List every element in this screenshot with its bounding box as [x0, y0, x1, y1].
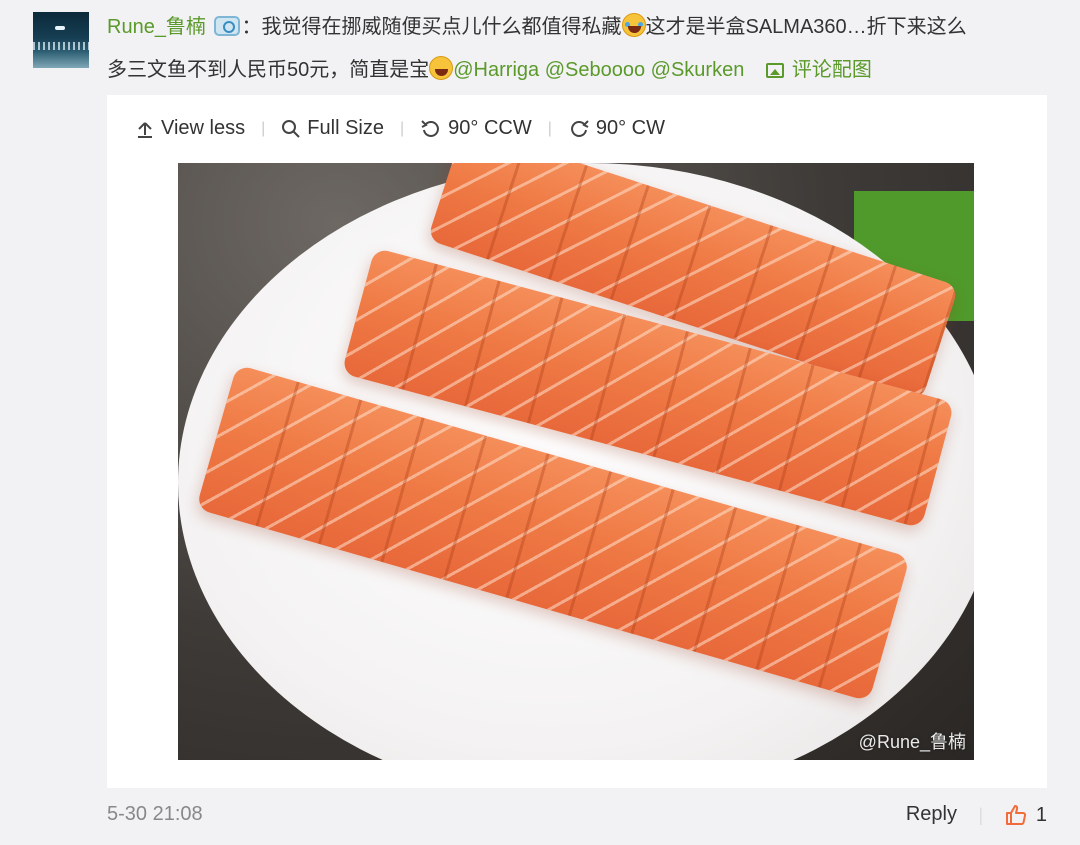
- media-toolbar: View less | Full Size | 90° CCW | 90° CW: [135, 117, 665, 140]
- comment-text-part2: 这才是半盒SALMA360…折下来这么: [645, 16, 967, 38]
- comment-photo[interactable]: @Rune_鲁楠: [178, 163, 974, 760]
- rotate-ccw-icon: [421, 119, 439, 137]
- toolbar-divider: |: [261, 119, 266, 137]
- comment-text-part1: 我觉得在挪威随便买点儿什么都值得私藏: [261, 16, 622, 38]
- thumbs-up-icon: [1005, 805, 1026, 825]
- comment-footer: 5-30 21:08 Reply | 1: [107, 803, 1047, 833]
- camera-badge-icon: [213, 16, 240, 36]
- rotate-cw-label: 90° CW: [595, 117, 665, 139]
- avatar[interactable]: [33, 12, 89, 68]
- grinning-emoji-icon: [429, 56, 454, 80]
- media-panel: View less | Full Size | 90° CCW | 90° CW…: [107, 95, 1047, 788]
- search-icon: [282, 119, 300, 138]
- picture-icon: [765, 63, 784, 78]
- comment-separator: ：: [241, 16, 262, 38]
- timestamp: 5-30 21:08: [107, 803, 203, 825]
- avatar-highlight: [55, 26, 65, 30]
- full-size-button[interactable]: Full Size: [281, 117, 384, 140]
- avatar-detail: [33, 42, 89, 50]
- rotate-ccw-label: 90° CCW: [448, 117, 532, 139]
- like-count: 1: [1035, 803, 1047, 826]
- rotate-ccw-button[interactable]: 90° CCW: [420, 117, 532, 140]
- username-link[interactable]: Rune_鲁楠: [107, 16, 206, 38]
- comment-line-1: Rune_鲁楠 ：我觉得在挪威随便买点儿什么都值得私藏 这才是半盒SALMA360…: [107, 6, 1057, 49]
- view-less-button[interactable]: View less: [135, 117, 245, 140]
- mention-skurken[interactable]: @Skurken: [651, 59, 745, 81]
- reply-button[interactable]: Reply: [906, 803, 957, 826]
- laughing-tears-emoji-icon: [621, 13, 646, 37]
- mention-harriga[interactable]: @Harriga: [453, 59, 539, 81]
- like-button[interactable]: 1: [1004, 803, 1047, 827]
- collapse-up-icon: [138, 121, 152, 138]
- comment-body: Rune_鲁楠 ：我觉得在挪威随便买点儿什么都值得私藏 这才是半盒SALMA360…: [107, 6, 1057, 92]
- footer-divider: |: [978, 805, 983, 825]
- comment-line-2: 多三文鱼不到人民币50元，简直是宝 @Harriga @Seboooo @Skur…: [107, 49, 1057, 92]
- view-pic-label: 评论配图: [791, 59, 872, 81]
- rotate-cw-button[interactable]: 90° CW: [568, 117, 665, 140]
- rotate-cw-icon: [571, 119, 589, 137]
- toolbar-divider: |: [399, 119, 405, 137]
- full-size-label: Full Size: [307, 117, 384, 139]
- comment-text-line2: 多三文鱼不到人民币50元，简直是宝: [107, 59, 430, 81]
- view-comment-picture-link[interactable]: 评论配图: [765, 59, 872, 81]
- photo-watermark: @Rune_鲁楠: [858, 732, 966, 752]
- view-less-label: View less: [161, 117, 246, 139]
- toolbar-divider: |: [547, 119, 552, 137]
- mention-seboooo[interactable]: @Seboooo: [545, 59, 645, 81]
